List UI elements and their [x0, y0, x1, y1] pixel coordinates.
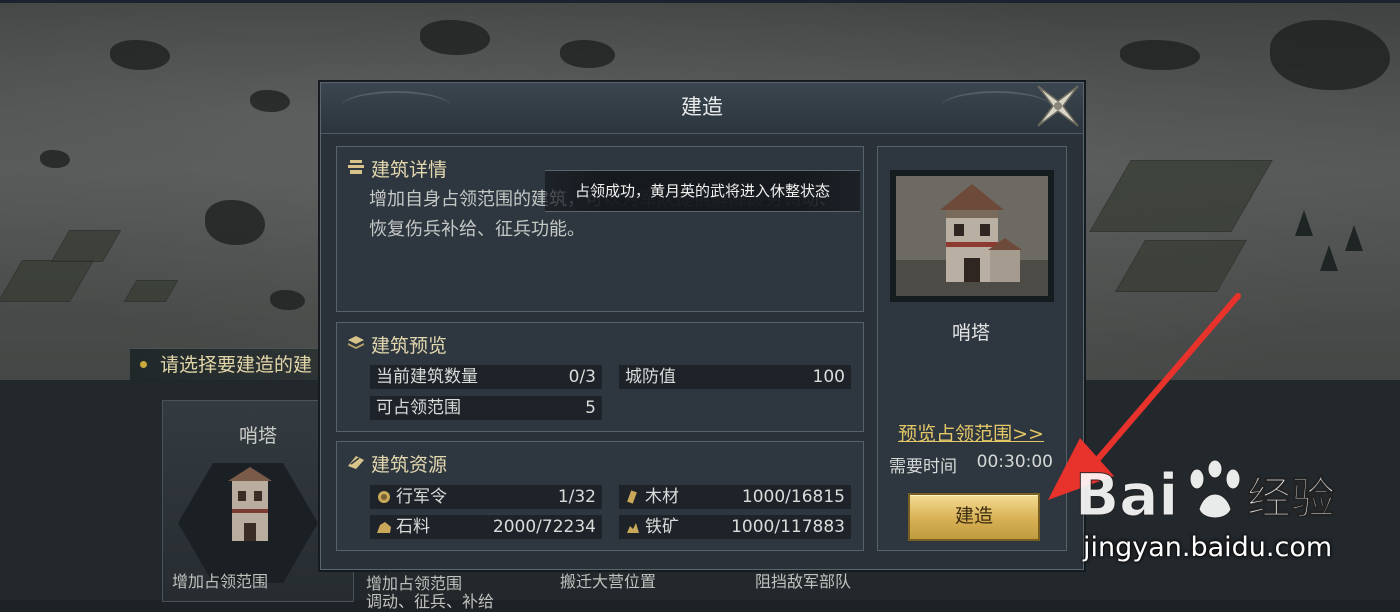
building-desc: 搬迁大营位置 — [560, 572, 657, 591]
wood-icon — [627, 490, 637, 504]
stat-value: 5 — [585, 398, 596, 418]
dialog-header: 建造 — [321, 83, 1083, 134]
preview-section-title: 建筑预览 — [371, 335, 448, 357]
building-desc: 增加占领范围 — [172, 572, 269, 591]
building-portrait — [890, 170, 1054, 302]
resources-section-title: 建筑资源 — [371, 454, 448, 476]
building-preview-icon — [348, 336, 364, 349]
resource-label: 铁矿 — [645, 517, 679, 537]
resource-label: 石料 — [396, 517, 430, 537]
detail-section-title: 建筑详情 — [371, 159, 448, 181]
close-button[interactable] — [1034, 82, 1082, 130]
watermark-url: jingyan.baidu.com — [1083, 532, 1333, 563]
build-button[interactable]: 建造 — [908, 493, 1040, 541]
resource-value: 1000/117883 — [731, 517, 845, 537]
build-time-label: 需要时间 — [889, 457, 957, 477]
resource-label: 木材 — [645, 487, 679, 507]
march-order-icon — [378, 491, 390, 503]
stat-label: 可占领范围 — [376, 398, 461, 418]
select-building-hint: 请选择要建造的建 — [130, 348, 327, 381]
resource-row-wood: 木材 1000/16815 — [619, 485, 851, 509]
stat-value: 100 — [812, 367, 845, 387]
iron-icon — [627, 523, 639, 533]
baidu-jingyan-watermark: Bai 经验 — [1075, 459, 1336, 530]
watchtower-image-icon — [896, 176, 1048, 296]
building-detail-icon — [348, 160, 364, 174]
close-x-icon — [1037, 85, 1079, 127]
resource-row-stone: 石料 2000/72234 — [370, 515, 602, 539]
hint-bullet-icon — [140, 361, 147, 368]
stat-row-defense: 城防值 100 — [619, 365, 851, 389]
resource-value: 2000/72234 — [492, 517, 596, 537]
resource-row-march: 行军令 1/32 — [370, 485, 602, 509]
stone-icon — [377, 522, 391, 533]
resource-row-iron: 铁矿 1000/117883 — [619, 515, 851, 539]
building-desc-line2: 调动、征兵、补给 — [366, 592, 495, 611]
stat-label: 城防值 — [625, 367, 676, 387]
svg-text:Bai: Bai — [1075, 461, 1178, 529]
stat-row-building-count: 当前建筑数量 0/3 — [370, 365, 602, 389]
building-desc: 阻挡敌军部队 — [755, 572, 852, 591]
resource-value: 1000/16815 — [741, 487, 845, 507]
hint-text: 请选择要建造的建 — [160, 354, 313, 376]
occupation-toast: 占领成功，黄月英的武将进入休整状态 — [545, 170, 860, 212]
stat-row-range: 可占领范围 5 — [370, 396, 602, 420]
watchtower-icon — [228, 467, 272, 541]
stat-value: 0/3 — [568, 367, 596, 387]
preview-range-link[interactable]: 预览占领范围>> — [877, 419, 1065, 446]
top-bar-edge — [0, 0, 1400, 3]
stat-label: 当前建筑数量 — [376, 367, 478, 387]
resource-value: 1/32 — [557, 487, 596, 507]
dialog-title: 建造 — [681, 95, 723, 119]
svg-text:经验: 经验 — [1247, 473, 1335, 524]
resource-label: 行军令 — [396, 487, 447, 507]
building-resources-icon — [348, 456, 364, 469]
building-name: 哨塔 — [951, 322, 990, 344]
